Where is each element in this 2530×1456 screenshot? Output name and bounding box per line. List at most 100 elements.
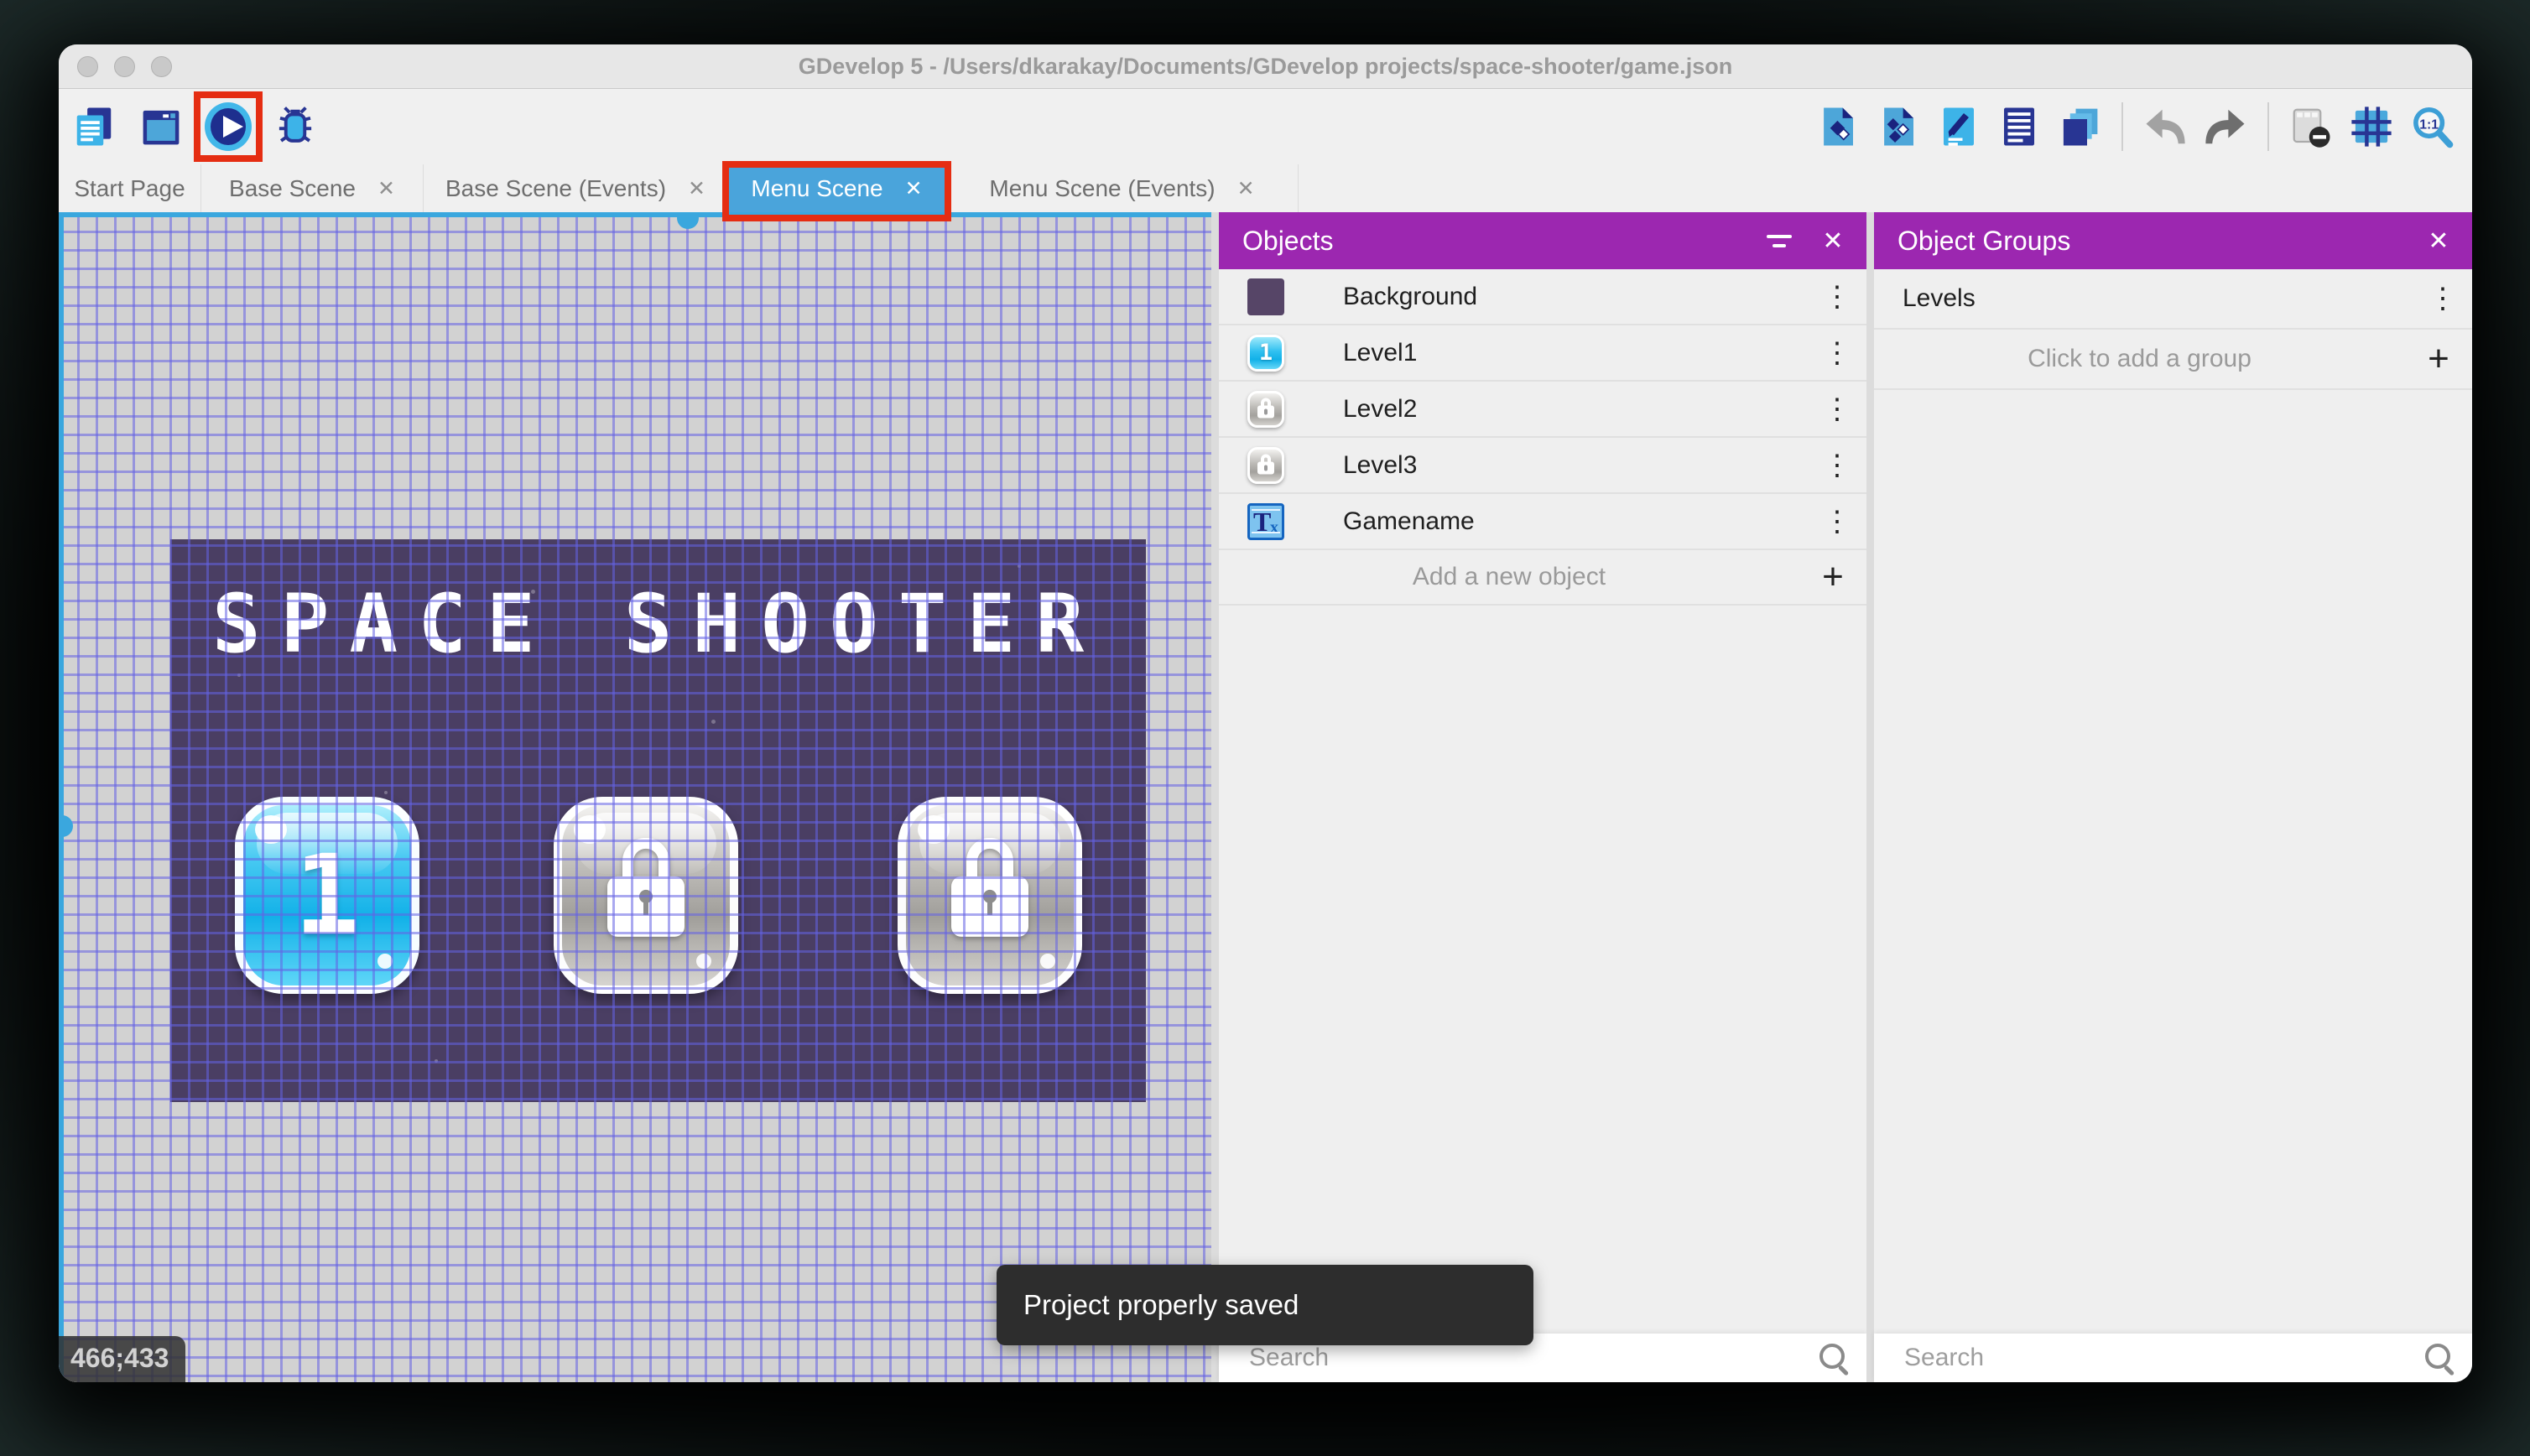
group-name: Levels bbox=[1903, 284, 1976, 312]
redo-icon[interactable] bbox=[2202, 103, 2249, 150]
lock-icon bbox=[602, 837, 690, 944]
object-menu-icon[interactable]: ⋮ bbox=[1808, 505, 1866, 538]
level-number: 1 bbox=[294, 830, 361, 960]
horizontal-scrollbar[interactable] bbox=[59, 212, 1211, 229]
close-panel-icon[interactable]: ✕ bbox=[2412, 226, 2472, 256]
groups-search-input[interactable] bbox=[1874, 1343, 2413, 1373]
add-new-object-button[interactable]: Add a new object + bbox=[1219, 550, 1866, 606]
level2-object-thumbnail bbox=[1247, 390, 1284, 428]
edit-scene-properties-icon[interactable] bbox=[1935, 103, 1982, 150]
background-object-thumbnail bbox=[1247, 278, 1284, 315]
tab-label: Menu Scene bbox=[751, 175, 883, 201]
tab-label: Start Page bbox=[74, 175, 185, 201]
close-tab-icon[interactable]: ✕ bbox=[1237, 176, 1255, 201]
object-row-background[interactable]: Background ⋮ bbox=[1219, 269, 1866, 325]
object-row-gamename[interactable]: Tx Gamename ⋮ bbox=[1219, 494, 1866, 550]
filter-icon[interactable] bbox=[1752, 234, 1806, 247]
object-menu-icon[interactable]: ⋮ bbox=[1808, 393, 1866, 426]
object-menu-icon[interactable]: ⋮ bbox=[1808, 449, 1866, 482]
layers-icon[interactable] bbox=[2056, 103, 2103, 150]
close-tab-icon[interactable]: ✕ bbox=[905, 176, 923, 201]
tab-menu-scene-events[interactable]: Menu Scene (Events) ✕ bbox=[946, 164, 1299, 213]
object-name: Level1 bbox=[1343, 338, 1418, 367]
level3-object-thumbnail bbox=[1247, 446, 1284, 484]
lock-icon bbox=[946, 837, 1033, 944]
object-groups-title: Object Groups bbox=[1898, 225, 2071, 256]
object-groups-icon[interactable] bbox=[1875, 103, 1922, 150]
tab-base-scene[interactable]: Base Scene ✕ bbox=[201, 164, 424, 213]
plus-icon: + bbox=[2428, 338, 2449, 379]
toolbar-separator bbox=[2121, 102, 2123, 151]
groups-panel-empty-area bbox=[1874, 390, 2472, 1334]
zoom-1-1-icon[interactable]: 1:1 bbox=[2408, 103, 2455, 150]
add-group-button[interactable]: Click to add a group + bbox=[1874, 330, 2472, 390]
group-row-levels[interactable]: Levels ⋮ bbox=[1874, 269, 2472, 330]
level1-button-instance[interactable]: 1 bbox=[235, 797, 419, 994]
play-preview-button[interactable] bbox=[194, 91, 263, 162]
scene-background-instance[interactable]: SPACE SHOOTER 1 bbox=[170, 539, 1146, 1102]
tab-bar: Start Page Base Scene ✕ Base Scene (Even… bbox=[59, 161, 2472, 221]
object-row-level1[interactable]: 1 Level1 ⋮ bbox=[1219, 325, 1866, 382]
object-menu-icon[interactable]: ⋮ bbox=[1808, 280, 1866, 314]
scene-title-text[interactable]: SPACE SHOOTER bbox=[170, 577, 1146, 671]
gdevelop-window: GDevelop 5 - /Users/dkarakay/Documents/G… bbox=[59, 44, 2472, 1382]
tab-start-page[interactable]: Start Page bbox=[59, 164, 201, 213]
close-tab-icon[interactable]: ✕ bbox=[688, 176, 705, 201]
preview-window-icon[interactable] bbox=[138, 103, 185, 150]
plus-icon: + bbox=[1822, 556, 1844, 597]
add-object-label: Add a new object bbox=[1412, 563, 1606, 590]
tab-label: Base Scene bbox=[229, 175, 357, 201]
toolbar-separator bbox=[2267, 102, 2269, 151]
horizontal-scrollbar-thumb[interactable] bbox=[677, 212, 699, 229]
objects-search-input[interactable] bbox=[1219, 1343, 1808, 1373]
zoom-ratio-label: 1:1 bbox=[2419, 117, 2439, 132]
close-panel-icon[interactable]: ✕ bbox=[1806, 226, 1866, 256]
toast-message: Project properly saved bbox=[1023, 1289, 1299, 1320]
add-group-label: Click to add a group bbox=[2028, 345, 2251, 372]
button-highlight bbox=[574, 815, 606, 844]
project-manager-icon[interactable] bbox=[70, 103, 117, 150]
objects-panel-title: Objects bbox=[1242, 225, 1334, 256]
debug-icon[interactable] bbox=[272, 103, 319, 150]
objects-panel: Objects ✕ Background ⋮ 1 Level1 ⋮ Level2… bbox=[1219, 212, 1866, 1382]
tab-label: Base Scene (Events) bbox=[445, 175, 667, 201]
undo-icon[interactable] bbox=[2142, 103, 2189, 150]
group-menu-icon[interactable]: ⋮ bbox=[2413, 282, 2472, 315]
object-menu-icon[interactable]: ⋮ bbox=[1808, 336, 1866, 370]
save-toast: Project properly saved bbox=[997, 1265, 1533, 1345]
grid-toggle-icon[interactable] bbox=[2348, 103, 2395, 150]
objects-list-icon[interactable] bbox=[1814, 103, 1861, 150]
object-row-level2[interactable]: Level2 ⋮ bbox=[1219, 382, 1866, 438]
objects-panel-empty-area bbox=[1219, 606, 1866, 1334]
cursor-coordinates-badge: 466;433 bbox=[59, 1336, 186, 1382]
button-highlight bbox=[918, 815, 950, 844]
toolbar: 1:1 bbox=[59, 89, 2472, 164]
button-highlight-dot bbox=[1040, 954, 1055, 969]
search-icon bbox=[1808, 1334, 1866, 1382]
panel-divider[interactable] bbox=[1866, 212, 1874, 1382]
object-row-level3[interactable]: Level3 ⋮ bbox=[1219, 438, 1866, 494]
object-name: Level2 bbox=[1343, 394, 1418, 423]
object-name: Level3 bbox=[1343, 450, 1418, 479]
object-groups-panel: Object Groups ✕ Levels ⋮ Click to add a … bbox=[1874, 212, 2472, 1382]
button-highlight-dot bbox=[696, 954, 711, 969]
mask-toggle-icon[interactable] bbox=[2288, 103, 2335, 150]
groups-search-bar bbox=[1874, 1334, 2472, 1382]
panel-divider[interactable] bbox=[1211, 212, 1219, 1382]
object-name: Background bbox=[1343, 282, 1478, 310]
instances-list-icon[interactable] bbox=[1996, 103, 2043, 150]
title-bar: GDevelop 5 - /Users/dkarakay/Documents/G… bbox=[59, 44, 2472, 89]
vertical-scrollbar[interactable] bbox=[59, 212, 73, 1382]
scene-editor-canvas[interactable]: SPACE SHOOTER 1 466;433 bbox=[59, 212, 1211, 1382]
vertical-scrollbar-thumb[interactable] bbox=[59, 815, 73, 837]
object-groups-header: Object Groups ✕ bbox=[1874, 212, 2472, 269]
close-tab-icon[interactable]: ✕ bbox=[377, 176, 395, 201]
search-icon bbox=[2413, 1334, 2472, 1382]
objects-panel-header: Objects ✕ bbox=[1219, 212, 1866, 269]
tab-base-scene-events[interactable]: Base Scene (Events) ✕ bbox=[424, 164, 728, 213]
level3-button-instance[interactable] bbox=[898, 797, 1082, 994]
level2-button-instance[interactable] bbox=[554, 797, 738, 994]
tab-label: Menu Scene (Events) bbox=[989, 175, 1216, 201]
tab-menu-scene[interactable]: Menu Scene ✕ bbox=[722, 161, 951, 221]
text-object-thumbnail: Tx bbox=[1247, 502, 1284, 540]
